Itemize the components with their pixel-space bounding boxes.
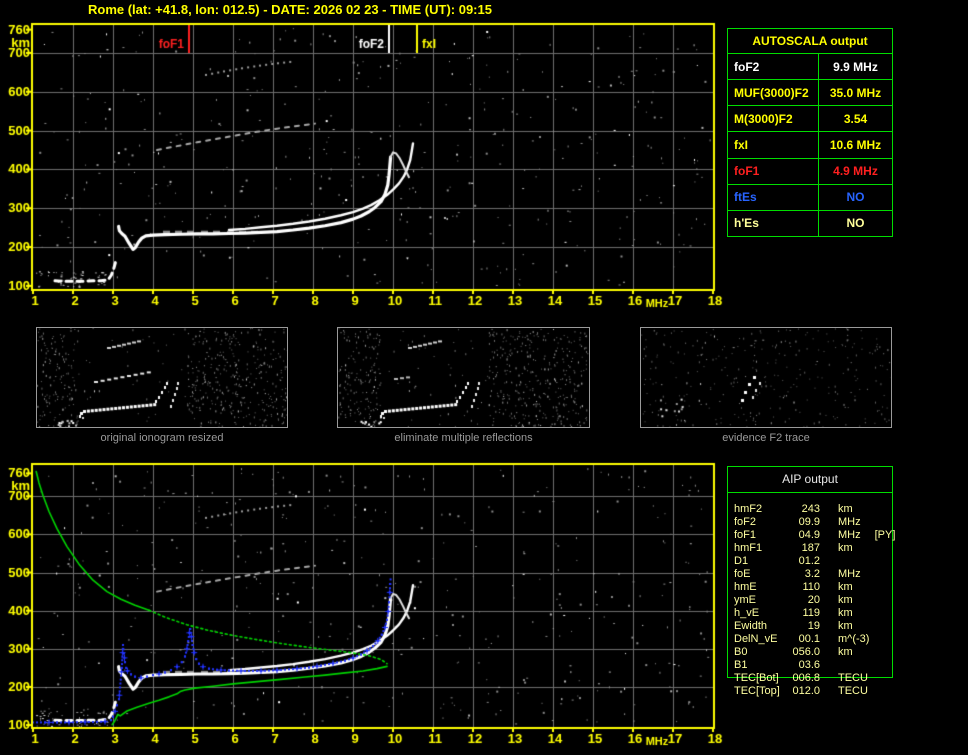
aip-row-DelN_vE: DelN_vE 00.1 m^(-3) [727, 632, 893, 645]
aip-row-unit: TECU [838, 671, 868, 684]
thumbnail-eliminate-reflections [337, 327, 590, 428]
aip-row-extra: [PY] [874, 528, 896, 541]
top-ionogram-plot [0, 14, 735, 314]
aip-row-unit: km [838, 580, 853, 593]
autoscala-row-value: 4.9 MHz [833, 164, 878, 179]
aip-row-hmF1: hmF1 187 km [727, 541, 893, 554]
autoscala-row-label: ftEs [728, 184, 819, 210]
autoscala-table-title: AUTOSCALA output [728, 29, 892, 54]
aip-row-label: foE [734, 567, 751, 580]
aip-row-unit: m^(-3) [838, 632, 870, 645]
thumbnail-caption-evidence: evidence F2 trace [722, 432, 810, 444]
aip-table-title: AIP output [727, 466, 893, 493]
aip-row-ymE: ymE 20 km [727, 593, 893, 606]
aip-row-value: 006.8 [792, 671, 820, 684]
autoscala-screen: Rome (lat: +41.8, lon: 012.5) - DATE: 20… [0, 0, 968, 755]
aip-output-table: AIP output hmF2 243 km foF2 09.9 MHz foF1 04.9 M… [727, 466, 896, 701]
aip-row-unit: km [838, 541, 853, 554]
aip-row-hmF2: hmF2 243 km [727, 502, 893, 515]
autoscala-row-label: foF1 [728, 158, 819, 184]
aip-row-unit: MHz [838, 567, 861, 580]
thumbnail-caption-original: original ionogram resized [100, 432, 224, 444]
aip-row-unit: km [838, 619, 853, 632]
aip-row-unit: km [838, 502, 853, 515]
aip-row-label: h_vE [734, 606, 760, 619]
aip-row-foE: foE 3.2 MHz [727, 567, 893, 580]
autoscala-row-M(3000)F2: M(3000)F2 3.54 [728, 105, 892, 132]
aip-row-label: Ewidth [734, 619, 768, 632]
thumbnail-caption-eliminate: eliminate multiple reflections [394, 432, 533, 444]
aip-row-unit: MHz [838, 515, 861, 528]
aip-row-value: 110 [802, 580, 820, 593]
autoscala-row-foF2: foF2 9.9 MHz [728, 54, 892, 80]
aip-row-foF2: foF2 09.9 MHz [727, 515, 893, 528]
aip-row-label: hmE [734, 580, 757, 593]
aip-row-value: 09.9 [798, 515, 820, 528]
aip-row-label: foF1 [734, 528, 757, 541]
aip-row-value: 01.2 [798, 554, 820, 567]
autoscala-row-foF1: foF1 4.9 MHz [728, 157, 892, 184]
aip-row-label: TEC[Top] [734, 684, 780, 697]
aip-row-label: TEC[Bot] [734, 671, 779, 684]
autoscala-row-value: NO [846, 190, 865, 205]
aip-row-value: 00.1 [798, 632, 820, 645]
aip-row-value: 056.0 [792, 645, 820, 658]
aip-row-value: 187 [801, 541, 820, 554]
aip-row-B0: B0 056.0 km [727, 645, 893, 658]
thumbnail-eliminate-canvas [338, 328, 589, 427]
autoscala-row-value: NO [846, 216, 865, 231]
bottom-ionogram-plot-with-profile [0, 452, 735, 755]
aip-row-value: 3.2 [804, 567, 820, 580]
aip-row-foF1: foF1 04.9 MHz [PY] [727, 528, 896, 541]
aip-row-value: 012.0 [792, 684, 820, 697]
aip-row-B1: B1 03.6 [727, 658, 893, 671]
aip-row-label: B1 [734, 658, 748, 671]
aip-row-value: 04.9 [798, 528, 820, 541]
autoscala-row-label: MUF(3000)F2 [728, 80, 819, 106]
autoscala-row-ftEs: ftEs NO [728, 183, 892, 210]
thumbnail-original-canvas [37, 328, 287, 427]
thumbnail-evidence-f2 [640, 327, 892, 428]
aip-row-TEC[Top]: TEC[Top] 012.0 TECU [727, 684, 893, 697]
aip-row-h_vE: h_vE 119 km [727, 606, 893, 619]
aip-row-value: 19 [807, 619, 820, 632]
autoscala-row-label: h'Es [728, 210, 819, 236]
autoscala-row-MUF(3000)F2: MUF(3000)F2 35.0 MHz [728, 79, 892, 106]
aip-table-rows: hmF2 243 km foF2 09.9 MHz foF1 04.9 MHz [PY] hmF1 1… [727, 502, 896, 697]
aip-row-label: D1 [734, 554, 749, 567]
thumbnail-evidence-canvas [641, 328, 891, 427]
aip-row-value: 03.6 [798, 658, 820, 671]
aip-row-value: 20 [807, 593, 820, 606]
aip-row-Ewidth: Ewidth 19 km [727, 619, 893, 632]
aip-row-D1: D1 01.2 [727, 554, 893, 567]
aip-row-label: hmF2 [734, 502, 763, 515]
aip-row-label: B0 [734, 645, 748, 658]
aip-row-label: hmF1 [734, 541, 763, 554]
autoscala-row-fxI: fxI 10.6 MHz [728, 131, 892, 158]
aip-row-hmE: hmE 110 km [727, 580, 893, 593]
autoscala-row-label: M(3000)F2 [728, 106, 819, 132]
aip-row-value: 243 [801, 502, 820, 515]
autoscala-row-value: 3.54 [843, 111, 868, 126]
aip-row-unit: TECU [838, 684, 868, 697]
aip-row-unit: km [838, 593, 853, 606]
aip-row-TEC[Bot]: TEC[Bot] 006.8 TECU [727, 671, 893, 684]
autoscala-row-value: 9.9 MHz [833, 59, 878, 74]
aip-row-label: ymE [734, 593, 756, 606]
autoscala-output-table: AUTOSCALA output foF2 9.9 MHz MUF(3000)F2 3… [727, 28, 893, 237]
autoscala-row-value: 10.6 MHz [829, 137, 882, 152]
aip-row-unit: km [838, 645, 853, 658]
autoscala-table-rows: foF2 9.9 MHz MUF(3000)F2 35.0 MHz M(3000)F2 3… [728, 54, 892, 236]
aip-row-value: 119 [802, 606, 820, 619]
autoscala-row-label: foF2 [728, 54, 819, 80]
autoscala-row-h'Es: h'Es NO [728, 209, 892, 236]
aip-row-label: DelN_vE [734, 632, 778, 645]
aip-row-unit: MHz [838, 528, 861, 541]
aip-row-unit: km [838, 606, 853, 619]
autoscala-row-value: 35.0 MHz [829, 85, 882, 100]
autoscala-row-label: fxI [728, 132, 819, 158]
aip-row-label: foF2 [734, 515, 757, 528]
thumbnail-original-ionogram [36, 327, 288, 428]
